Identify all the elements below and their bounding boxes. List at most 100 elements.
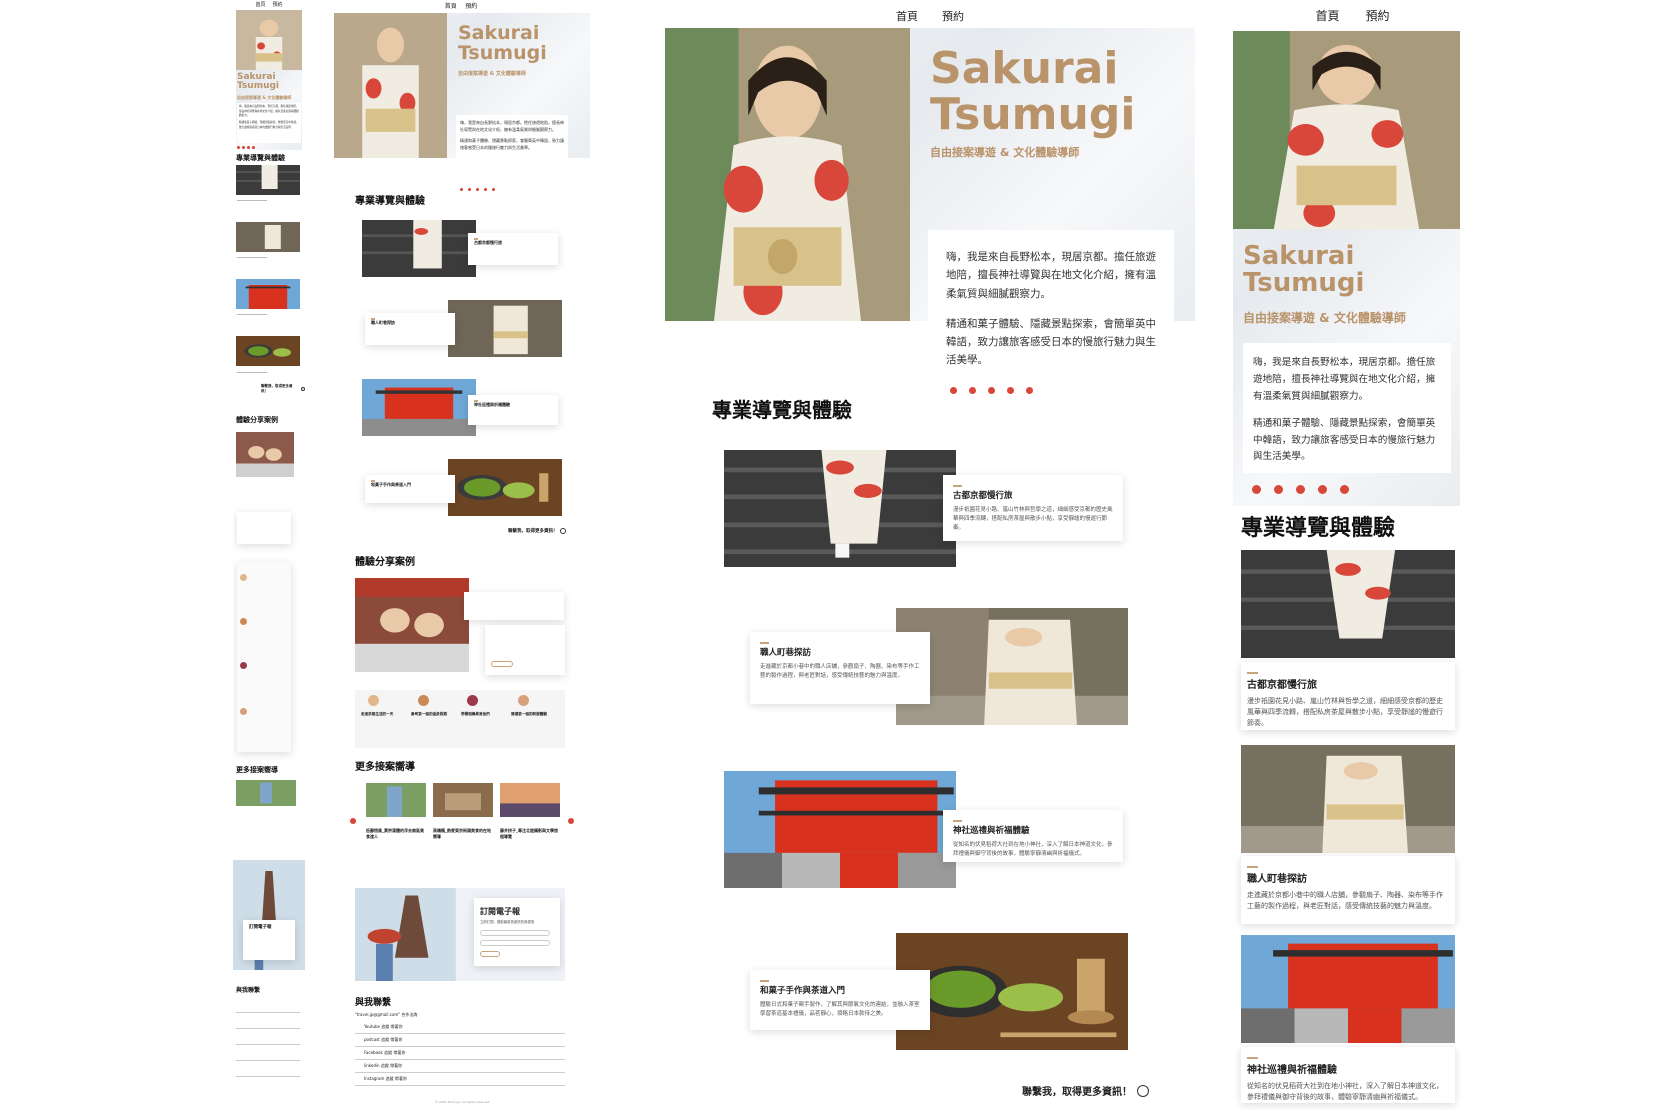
tour-title-placeholder: [237, 314, 267, 315]
divider: [355, 1059, 565, 1060]
instagram-icon[interactable]: [492, 188, 495, 191]
social-icons: [950, 387, 1033, 394]
tour-photo-kyoto: [362, 220, 476, 277]
tours-cta-link[interactable]: 聯繫我，取得更多資訊！: [1022, 1083, 1149, 1098]
recommend-photo-3: [500, 783, 560, 817]
traveler-list: 走進京都生活的一天 秦司第一個的溫泉假期 帶著相機尋覓他們 雅禮第一個的和服體驗: [355, 690, 565, 748]
nav-home[interactable]: 首頁: [445, 1, 457, 10]
nav-home[interactable]: 首頁: [255, 1, 265, 8]
linkedin-icon[interactable]: [484, 188, 487, 191]
social-icons: [237, 146, 255, 149]
nav-booking[interactable]: 預約: [465, 1, 477, 10]
read-more-button[interactable]: [491, 661, 513, 667]
linkedin-icon[interactable]: [252, 146, 255, 149]
youtube-icon[interactable]: [1252, 485, 1261, 494]
facebook-icon[interactable]: [988, 387, 995, 394]
profile-name: Sakurai Tsumugi: [237, 72, 280, 92]
linkedin-icon[interactable]: [1007, 387, 1014, 394]
divider: [355, 1033, 565, 1034]
divider: [236, 1060, 300, 1061]
tour-title-placeholder: [237, 372, 267, 373]
profile-name: Sakurai Tsumugi: [1243, 242, 1364, 298]
story-quote-card: [464, 592, 564, 620]
story-photo: [236, 432, 294, 477]
traveler-avatar: [368, 695, 379, 706]
profile-bio: 嗨，我是來自長野松本，現居京都。擔任旅遊地陪，擅長神社導覽與在地文化介紹，擁有溫…: [928, 230, 1174, 378]
tours-section-title: 專業導覽與體驗: [712, 398, 852, 422]
nav-booking[interactable]: 預約: [942, 8, 964, 24]
tour-title: 古都京都慢行旅: [953, 485, 1113, 501]
tours-cta-text: 聯繫我，取得更多資訊！: [261, 384, 293, 393]
traveler-avatar: [240, 574, 247, 581]
name-first: Sakurai: [458, 22, 540, 44]
carousel-prev-icon[interactable]: [350, 818, 356, 824]
recommend-section-title: 更多接案嚮導: [236, 766, 278, 774]
nav-home[interactable]: 首頁: [896, 8, 918, 24]
name-last: Tsumugi: [930, 89, 1136, 141]
panel-mobile-overview: 首頁 預約 Sakurai Tsumugi 自由接案導遊 & 文化體驗導師 嗨，…: [233, 0, 305, 1110]
tours-cta-link[interactable]: 聯繫我，取得更多資訊！: [508, 528, 566, 534]
contact-podcast-link[interactable]: podcast 追蹤 帶著你: [364, 1037, 402, 1043]
tours-cta-link[interactable]: 聯繫我，取得更多資訊！: [261, 384, 305, 394]
name-last: Tsumugi: [237, 81, 280, 92]
tour-title: 和菓子手作與茶道入門: [760, 980, 920, 996]
stories-section-title: 體驗分享案例: [355, 557, 415, 568]
newsletter-submit-button[interactable]: [480, 951, 500, 957]
bio-paragraph-1: 嗨，我是來自長野松本，現居京都。擔任旅遊地陪，擅長神社導覽與在地文化介紹，擁有溫…: [460, 120, 564, 132]
contact-email[interactable]: "travel.jp@gmail.com" 合作洽詢: [355, 1012, 417, 1018]
arrow-right-icon: [559, 528, 566, 534]
tour-photo-shrine: [724, 771, 956, 888]
newsletter-title: 訂閱電子報: [480, 907, 520, 916]
instagram-icon[interactable]: [1026, 387, 1033, 394]
tour-photo-artisan: [1241, 745, 1455, 853]
bio-paragraph-2: 精通和菓子體驗、隱藏景點探索，會簡單英中韓語，致力讓旅客感受日本的慢旅行魅力與生…: [239, 121, 299, 129]
nav-booking[interactable]: 預約: [273, 1, 283, 8]
podcast-icon[interactable]: [242, 146, 245, 149]
tour-title: 神社巡禮與祈福體驗: [1247, 1056, 1449, 1076]
recommend-title[interactable]: 高橋楓_熱愛東京街頭美食的在地嚮導: [433, 828, 493, 839]
tours-cta-text: 聯繫我，取得更多資訊！: [1022, 1087, 1132, 1098]
divider: [236, 1028, 300, 1029]
divider: [355, 1085, 565, 1086]
stories-section-title: 體驗分享案例: [236, 416, 278, 424]
arrow-right-icon: [301, 387, 305, 391]
newsletter-name-input[interactable]: [480, 930, 550, 936]
tour-title: 神社巡禮與祈福體驗: [474, 400, 552, 408]
tour-title: 和菓子手作與茶道入門: [371, 480, 449, 488]
podcast-icon[interactable]: [1274, 485, 1283, 494]
recommend-title[interactable]: 藤井拼子_專注北陸攝影與文學旅程導覽: [500, 828, 560, 839]
contact-facebook-link[interactable]: Facebook 追蹤 帶著你: [364, 1050, 405, 1056]
newsletter-title: 訂閱電子報: [249, 925, 272, 930]
youtube-icon[interactable]: [237, 146, 240, 149]
linkedin-icon[interactable]: [1318, 485, 1327, 494]
main-nav: 首頁 預約: [660, 8, 1200, 24]
profile-subtitle: 自由接案導遊 & 文化體驗導師: [237, 95, 292, 100]
tour-desc: 走進藏於京都小巷中的職人店舖，參觀扇子、陶器、染布等手作工藝的製作過程，與老匠對…: [1247, 891, 1443, 911]
facebook-icon[interactable]: [476, 188, 479, 191]
youtube-icon[interactable]: [950, 387, 957, 394]
contact-instagram-link[interactable]: Instagram 追蹤 帶著你: [364, 1076, 407, 1082]
facebook-icon[interactable]: [247, 146, 250, 149]
contact-youtube-link[interactable]: Youtube 追蹤 帶著你: [364, 1024, 403, 1030]
traveler-title: 秦司第一個的溫泉假期: [411, 712, 447, 716]
podcast-icon[interactable]: [468, 188, 471, 191]
nav-home[interactable]: 首頁: [1315, 7, 1339, 24]
profile-bio: 嗨，我是來自長野松本，現居京都。擔任旅遊地陪，擅長神社導覽與在地文化介紹，擁有溫…: [237, 103, 301, 143]
nav-booking[interactable]: 預約: [1366, 7, 1390, 24]
contact-linkedin-link[interactable]: linkedin 追蹤 帶著你: [364, 1063, 402, 1069]
tour-photo-kyoto: [236, 165, 300, 195]
youtube-icon[interactable]: [460, 188, 463, 191]
newsletter-email-input[interactable]: [480, 940, 550, 946]
podcast-icon[interactable]: [969, 387, 976, 394]
tour-card-kyoto: 古都京都慢行旅: [468, 233, 558, 265]
contact-section-title: 與我聯繫: [355, 998, 392, 1008]
carousel-next-icon[interactable]: [568, 818, 574, 824]
recommend-title[interactable]: 低腳悟風_莫宗凜體的浮去南區美食達人: [366, 828, 426, 839]
traveler-title: 帶著相機尋覓他們: [461, 712, 490, 716]
tour-desc: 從知名的伏見稻荷大社到在地小神社，深入了解日本神道文化，參拜禮儀與御守背後的故事…: [953, 842, 1113, 857]
instagram-icon[interactable]: [1340, 485, 1349, 494]
traveler-avatar: [518, 695, 529, 706]
facebook-icon[interactable]: [1296, 485, 1305, 494]
tour-photo-shrine: [362, 379, 476, 436]
tours-section-title: 專業導覽與體驗: [236, 154, 285, 162]
